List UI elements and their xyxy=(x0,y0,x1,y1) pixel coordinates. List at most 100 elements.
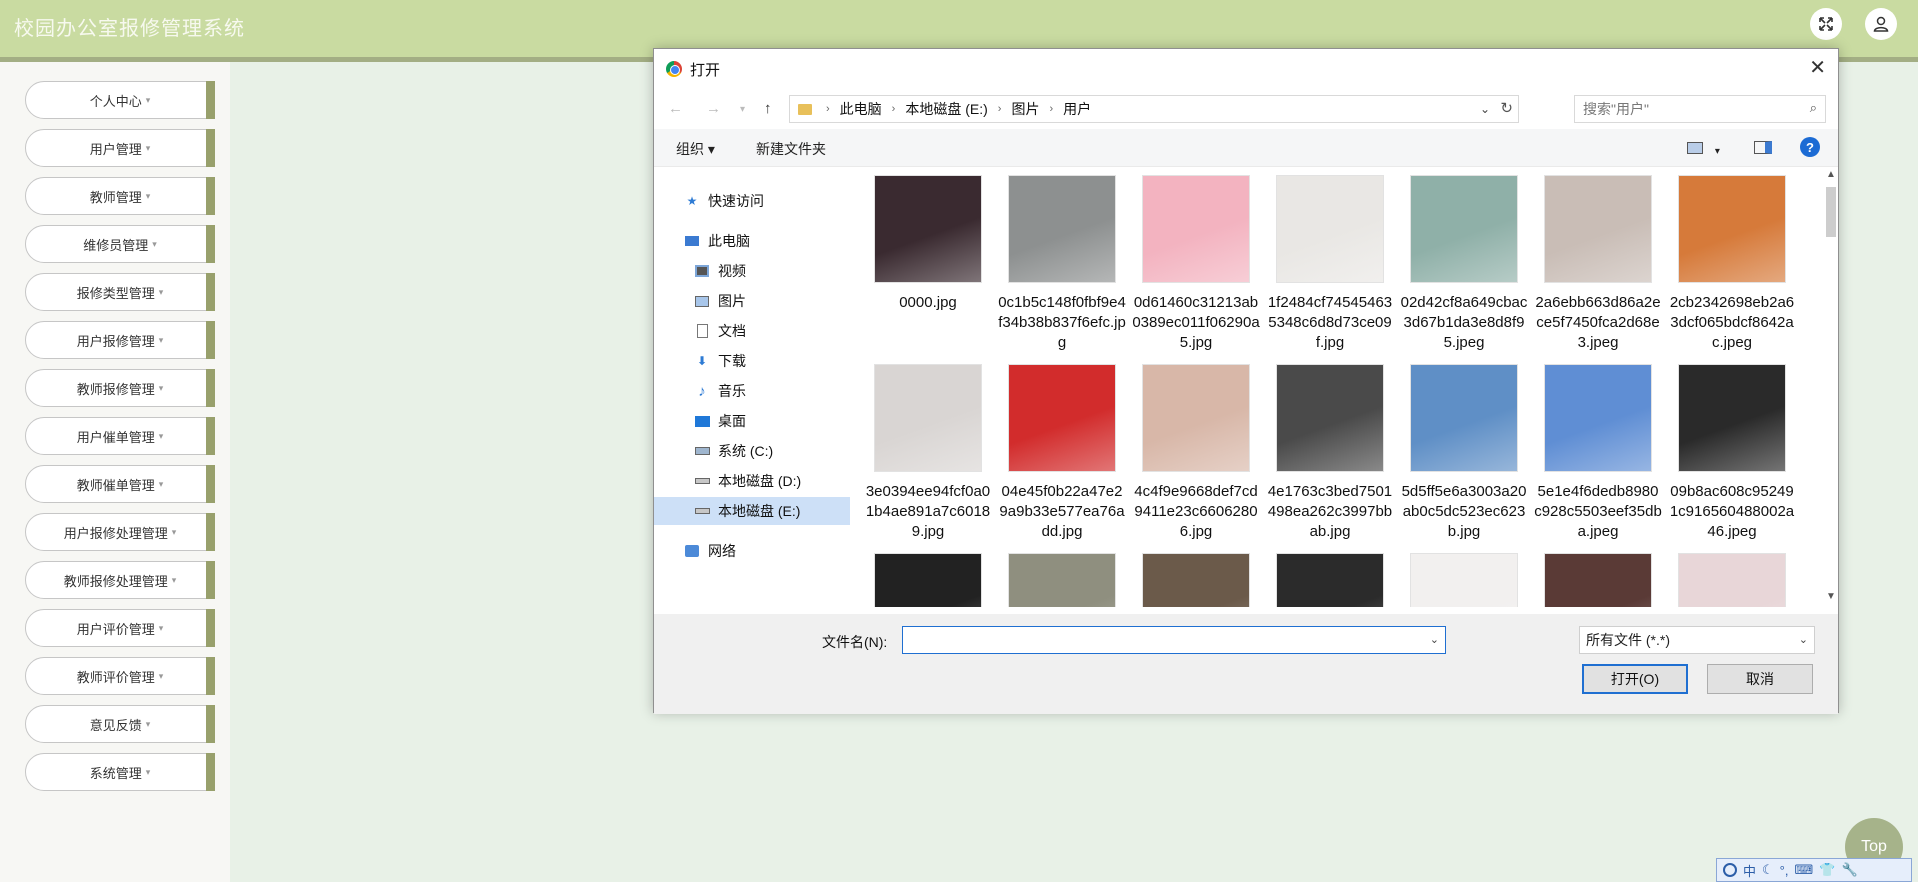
file-item[interactable]: 2cb2342698eb2a63dcf065bdcf8642ac.jpeg xyxy=(1668,175,1796,353)
file-grid-scrollbar[interactable]: ▲ ▼ xyxy=(1824,167,1839,607)
file-item[interactable] xyxy=(1266,553,1394,607)
ime-toolbar[interactable]: 中 ☾ °, ⌨ 👕 🔧 xyxy=(1716,858,1912,882)
nav-this-pc[interactable]: 此电脑 xyxy=(654,227,850,255)
file-item[interactable]: 0c1b5c148f0fbf9e4f34b38b837f6efc.jpg xyxy=(998,175,1126,353)
app-title: 校园办公室报修管理系统 xyxy=(14,18,245,40)
view-options-icon[interactable]: ▾ xyxy=(1687,141,1720,157)
chrome-icon xyxy=(666,61,682,77)
sidebar-item[interactable]: 教师催单管理 ▾ xyxy=(25,465,215,503)
file-item[interactable]: 5d5ff5e6a3003a20ab0c5dc523ec623b.jpg xyxy=(1400,364,1528,542)
address-bar[interactable]: › 此电脑 › 本地磁盘 (E:) › 图片 › 用户 ⌄ ↻ xyxy=(789,95,1519,123)
ime-item[interactable]: ⌨ xyxy=(1794,862,1813,878)
file-item[interactable]: 04e45f0b22a47e29a9b33e577ea76add.jpg xyxy=(998,364,1126,542)
ime-item[interactable]: 中 xyxy=(1743,861,1756,880)
fullscreen-button[interactable] xyxy=(1810,8,1842,40)
sidebar-item-accent xyxy=(206,177,215,215)
file-thumbnail xyxy=(874,553,982,607)
filename-input[interactable]: ⌄ xyxy=(902,626,1446,654)
recent-dropdown-icon[interactable]: ▾ xyxy=(740,104,745,115)
close-icon[interactable]: ✕ xyxy=(1809,55,1826,80)
file-item[interactable]: 0000.jpg xyxy=(864,175,992,313)
forward-arrow-icon[interactable]: → xyxy=(706,100,721,117)
organize-menu[interactable]: 组织 ▾ xyxy=(676,139,715,159)
sidebar-item-accent xyxy=(206,753,215,791)
file-item[interactable]: 3e0394ee94fcf0a01b4ae891a7c60189.jpg xyxy=(864,364,992,542)
sidebar-item-label: 用户评价管理 xyxy=(76,621,155,637)
scroll-down-icon[interactable]: ▼ xyxy=(1826,591,1836,602)
nav-label: 文档 xyxy=(718,323,746,339)
nav-drive-e[interactable]: 本地磁盘 (E:) xyxy=(654,497,850,525)
chevron-down-icon[interactable]: ⌄ xyxy=(1430,633,1439,646)
file-item[interactable] xyxy=(1534,553,1662,607)
open-button[interactable]: 打开(O) xyxy=(1582,664,1688,694)
file-item[interactable]: 4c4f9e9668def7cd9411e23c66062806.jpg xyxy=(1132,364,1260,542)
sidebar-item[interactable]: 教师评价管理 ▾ xyxy=(25,657,215,695)
scroll-up-icon[interactable]: ▲ xyxy=(1826,169,1836,180)
preview-pane-icon[interactable] xyxy=(1754,141,1772,157)
nav-documents[interactable]: 文档 xyxy=(654,317,850,345)
nav-quick-access[interactable]: ★ 快速访问 xyxy=(654,187,850,215)
file-item[interactable]: 4e1763c3bed7501498ea262c3997bbab.jpg xyxy=(1266,364,1394,542)
chevron-down-icon: ▾ xyxy=(145,94,151,105)
file-item[interactable]: 02d42cf8a649cbac3d67b1da3e8d8f95.jpeg xyxy=(1400,175,1528,353)
file-item[interactable] xyxy=(1668,553,1796,607)
nav-videos[interactable]: 视频 xyxy=(654,257,850,285)
sidebar-item-accent xyxy=(206,705,215,743)
new-folder-button[interactable]: 新建文件夹 xyxy=(756,139,826,159)
ime-item[interactable]: 🔧 xyxy=(1841,862,1857,878)
file-item[interactable]: 09b8ac608c952491c916560488002a46.jpeg xyxy=(1668,364,1796,542)
nav-network[interactable]: 网络 xyxy=(654,537,850,565)
file-name: 5e1e4f6dedb8980c928c5503eef35dba.jpeg xyxy=(1534,483,1662,540)
ime-item[interactable]: ☾ xyxy=(1762,862,1774,878)
file-item[interactable] xyxy=(864,553,992,607)
user-menu-button[interactable] xyxy=(1865,8,1897,40)
sidebar-item[interactable]: 用户报修管理 ▾ xyxy=(25,321,215,359)
nav-label: 网络 xyxy=(708,543,736,559)
ime-item[interactable]: °, xyxy=(1780,863,1789,878)
breadcrumb-item[interactable]: 本地磁盘 (E:) xyxy=(905,99,987,119)
nav-label: 本地磁盘 (E:) xyxy=(718,503,801,519)
nav-music[interactable]: ♪ 音乐 xyxy=(654,377,850,405)
nav-downloads[interactable]: ⬇ 下载 xyxy=(654,347,850,375)
sidebar-item[interactable]: 个人中心 ▾ xyxy=(25,81,215,119)
nav-drive-c[interactable]: 系统 (C:) xyxy=(654,437,850,465)
nav-pictures[interactable]: 图片 xyxy=(654,287,850,315)
file-item[interactable]: 2a6ebb663d86a2ece5f7450fca2d68e3.jpeg xyxy=(1534,175,1662,353)
sidebar-item[interactable]: 意见反馈 ▾ xyxy=(25,705,215,743)
nav-drive-d[interactable]: 本地磁盘 (D:) xyxy=(654,467,850,495)
file-item[interactable] xyxy=(1400,553,1528,607)
sidebar-item[interactable]: 教师报修管理 ▾ xyxy=(25,369,215,407)
sidebar-item[interactable]: 维修员管理 ▾ xyxy=(25,225,215,263)
sidebar-item[interactable]: 报修类型管理 ▾ xyxy=(25,273,215,311)
dialog-titlebar[interactable]: 打开 ✕ xyxy=(654,49,1838,87)
breadcrumb-item[interactable]: 此电脑 xyxy=(840,99,882,119)
file-thumbnail xyxy=(1678,553,1786,607)
sidebar-item[interactable]: 系统管理 ▾ xyxy=(25,753,215,791)
sidebar-item[interactable]: 教师管理 ▾ xyxy=(25,177,215,215)
chevron-down-icon[interactable]: ⌄ xyxy=(1480,102,1490,116)
sidebar-item[interactable]: 用户评价管理 ▾ xyxy=(25,609,215,647)
breadcrumb-item[interactable]: 用户 xyxy=(1063,99,1091,119)
refresh-icon[interactable]: ↻ xyxy=(1500,99,1513,117)
search-input[interactable]: 搜索"用户" ⌕ xyxy=(1574,95,1826,123)
sidebar-item-accent xyxy=(206,513,215,551)
scroll-thumb[interactable] xyxy=(1826,187,1836,237)
file-item[interactable] xyxy=(1132,553,1260,607)
filetype-select[interactable]: 所有文件 (*.*) ⌄ xyxy=(1579,626,1815,654)
up-arrow-icon[interactable]: ↑ xyxy=(764,100,772,117)
back-arrow-icon[interactable]: ← xyxy=(668,100,683,117)
sidebar-item[interactable]: 用户催单管理 ▾ xyxy=(25,417,215,455)
sidebar-item-label: 意见反馈 xyxy=(89,717,142,733)
nav-desktop[interactable]: 桌面 xyxy=(654,407,850,435)
cancel-button[interactable]: 取消 xyxy=(1707,664,1813,694)
file-item[interactable] xyxy=(998,553,1126,607)
help-icon[interactable]: ? xyxy=(1800,137,1820,157)
file-item[interactable]: 1f2484cf745454635348c6d8d73ce09f.jpg xyxy=(1266,175,1394,353)
sidebar-item[interactable]: 用户管理 ▾ xyxy=(25,129,215,167)
sidebar-item[interactable]: 教师报修处理管理 ▾ xyxy=(25,561,215,599)
breadcrumb-item[interactable]: 图片 xyxy=(1011,99,1039,119)
ime-item[interactable]: 👕 xyxy=(1819,862,1835,878)
file-item[interactable]: 0d61460c31213ab0389ec011f06290a5.jpg xyxy=(1132,175,1260,353)
sidebar-item[interactable]: 用户报修处理管理 ▾ xyxy=(25,513,215,551)
file-item[interactable]: 5e1e4f6dedb8980c928c5503eef35dba.jpeg xyxy=(1534,364,1662,542)
